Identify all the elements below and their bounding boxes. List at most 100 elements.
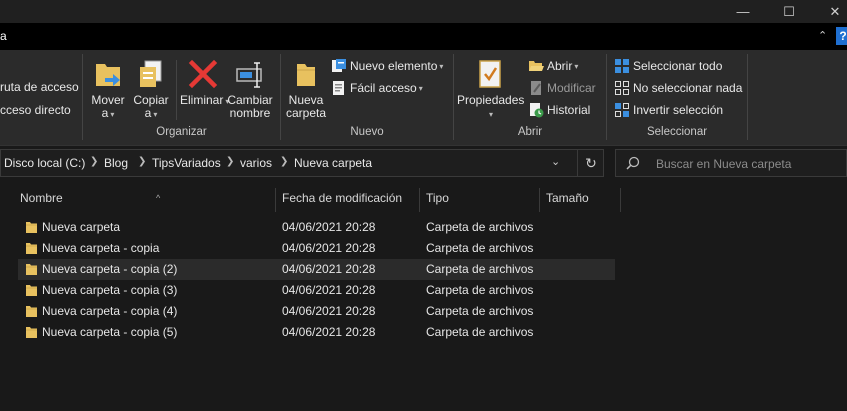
history-icon: [530, 103, 544, 118]
history-label: Historial: [547, 103, 591, 117]
breadcrumb-tipsvariados[interactable]: TipsVariados: [152, 156, 221, 170]
ribbon: ruta de acceso cceso directo Mover a ▾ Co…: [0, 50, 847, 146]
search-input[interactable]: Buscar en Nueva carpeta: [656, 157, 791, 171]
tab-vista[interactable]: a: [0, 29, 7, 43]
group-label-abrir: Abrir: [517, 126, 543, 138]
search-icon: [626, 156, 640, 170]
delete-button[interactable]: Eliminar ▾: [180, 58, 229, 108]
open-label: Abrir: [547, 59, 573, 73]
breadcrumb-chevron-icon[interactable]: ❯: [90, 156, 98, 167]
breadcrumb-chevron-icon[interactable]: ❯: [280, 156, 288, 167]
edit-label: Modificar: [547, 81, 596, 95]
breadcrumb-varios[interactable]: varios: [240, 156, 272, 170]
move-to-icon: [96, 64, 120, 86]
folder-icon: [26, 306, 37, 317]
refresh-icon[interactable]: ↻: [577, 150, 604, 176]
breadcrumb-chevron-icon[interactable]: ❯: [138, 156, 146, 167]
file-name: Nueva carpeta - copia (4): [42, 304, 178, 318]
column-header-name[interactable]: ^ Nombre: [14, 188, 276, 212]
minimize-button[interactable]: —: [720, 0, 766, 23]
move-to-label-1: Mover: [91, 93, 125, 107]
file-row[interactable]: Nueva carpeta - copia (3) 04/06/2021 20:2…: [18, 280, 615, 301]
paste-shortcut-label: cceso directo: [0, 103, 71, 117]
file-date: 04/06/2021 20:28: [282, 262, 376, 276]
breadcrumb-blog[interactable]: Blog: [104, 156, 128, 170]
column-header-date[interactable]: Fecha de modificación: [276, 188, 420, 212]
history-button[interactable]: Historial: [528, 102, 590, 118]
folder-icon: [26, 243, 37, 254]
select-all-label: Seleccionar todo: [633, 59, 723, 73]
file-row[interactable]: Nueva carpeta - copia (4) 04/06/2021 20:2…: [18, 301, 615, 322]
breadcrumb-chevron-icon[interactable]: ❯: [226, 156, 234, 167]
file-date: 04/06/2021 20:28: [282, 325, 376, 339]
file-row[interactable]: Nueva carpeta 04/06/2021 20:28 Carpeta de …: [18, 217, 615, 238]
file-date: 04/06/2021 20:28: [282, 241, 376, 255]
properties-icon: [479, 60, 501, 88]
file-name: Nueva carpeta - copia (5): [42, 325, 178, 339]
invert-selection-label: Invertir selección: [633, 103, 724, 117]
address-history-dropdown-icon[interactable]: ⌄: [551, 155, 560, 168]
new-folder-icon: [297, 64, 315, 86]
file-type: Carpeta de archivos: [426, 262, 534, 276]
easy-access-button[interactable]: Fácil acceso ▾: [331, 80, 423, 96]
rename-label-2: nombre: [229, 106, 271, 120]
column-header-size[interactable]: Tamaño: [540, 188, 621, 212]
group-label-organizar: Organizar: [156, 126, 207, 138]
file-name: Nueva carpeta: [42, 220, 121, 234]
address-bar[interactable]: Disco local (C:) ❯ Blog ❯ TipsVariados ❯…: [0, 149, 604, 177]
paste-shortcut-button[interactable]: cceso directo: [0, 103, 71, 117]
select-none-label: No seleccionar nada: [633, 81, 743, 95]
delete-x-icon: [188, 59, 218, 89]
folder-icon: [26, 264, 37, 275]
file-name: Nueva carpeta - copia: [42, 241, 160, 255]
select-all-button[interactable]: Seleccionar todo: [614, 58, 722, 74]
breadcrumb-drive[interactable]: Disco local (C:): [4, 156, 85, 170]
folder-icon: [26, 222, 37, 233]
file-type: Carpeta de archivos: [426, 241, 534, 255]
copy-to-label-2: a: [144, 106, 152, 120]
new-item-icon: [332, 59, 346, 72]
delete-label: Eliminar: [180, 93, 224, 107]
breadcrumb-current[interactable]: Nueva carpeta: [294, 156, 372, 170]
file-row[interactable]: Nueva carpeta - copia (5) 04/06/2021 20:2…: [18, 322, 615, 343]
invert-selection-icon: [615, 103, 629, 117]
rename-button[interactable]: Cambiar nombre: [227, 58, 273, 120]
select-none-button[interactable]: No seleccionar nada: [614, 80, 742, 96]
properties-button[interactable]: Propiedades ▾: [457, 58, 524, 121]
copy-path-button[interactable]: ruta de acceso: [0, 80, 79, 94]
file-name: Nueva carpeta - copia (2): [42, 262, 178, 276]
search-box[interactable]: Buscar en Nueva carpeta: [615, 149, 847, 177]
file-date: 04/06/2021 20:28: [282, 304, 376, 318]
file-type: Carpeta de archivos: [426, 304, 534, 318]
open-button[interactable]: Abrir ▾: [528, 58, 578, 74]
group-divider: [176, 60, 177, 120]
new-folder-button[interactable]: Nueva carpeta: [284, 58, 328, 120]
easy-access-icon: [333, 81, 344, 95]
close-button[interactable]: ✕: [812, 0, 847, 23]
file-type: Carpeta de archivos: [426, 283, 534, 297]
move-to-button[interactable]: Mover a ▾: [88, 58, 128, 121]
copy-to-label-1: Copiar: [133, 93, 169, 107]
file-name: Nueva carpeta - copia (3): [42, 283, 178, 297]
ribbon-tab-strip: a ⌃ ?: [0, 23, 847, 50]
new-item-label: Nuevo elemento: [350, 59, 438, 73]
help-button[interactable]: ?: [836, 27, 847, 45]
copy-to-button[interactable]: Copiar a ▾: [131, 58, 171, 121]
column-date-label: Fecha de modificación: [282, 191, 403, 205]
invert-selection-button[interactable]: Invertir selección: [614, 102, 723, 118]
collapse-ribbon-icon[interactable]: ⌃: [818, 29, 827, 42]
edit-button[interactable]: Modificar: [528, 80, 596, 96]
file-row[interactable]: Nueva carpeta - copia 04/06/2021 20:28 Car…: [18, 238, 615, 259]
file-date: 04/06/2021 20:28: [282, 220, 376, 234]
easy-access-label: Fácil acceso: [350, 81, 417, 95]
select-all-icon: [615, 59, 629, 73]
folder-icon: [26, 285, 37, 296]
file-row[interactable]: Nueva carpeta - copia (2) 04/06/2021 20:2…: [18, 259, 615, 280]
edit-pencil-icon: [531, 81, 541, 95]
file-type: Carpeta de archivos: [426, 325, 534, 339]
new-folder-label-1: Nueva: [288, 93, 324, 107]
copy-path-label: ruta de acceso: [0, 80, 79, 94]
column-header-type[interactable]: Tipo: [420, 188, 540, 212]
new-item-button[interactable]: Nuevo elemento ▾: [331, 58, 443, 74]
maximize-button[interactable]: ☐: [766, 0, 812, 23]
